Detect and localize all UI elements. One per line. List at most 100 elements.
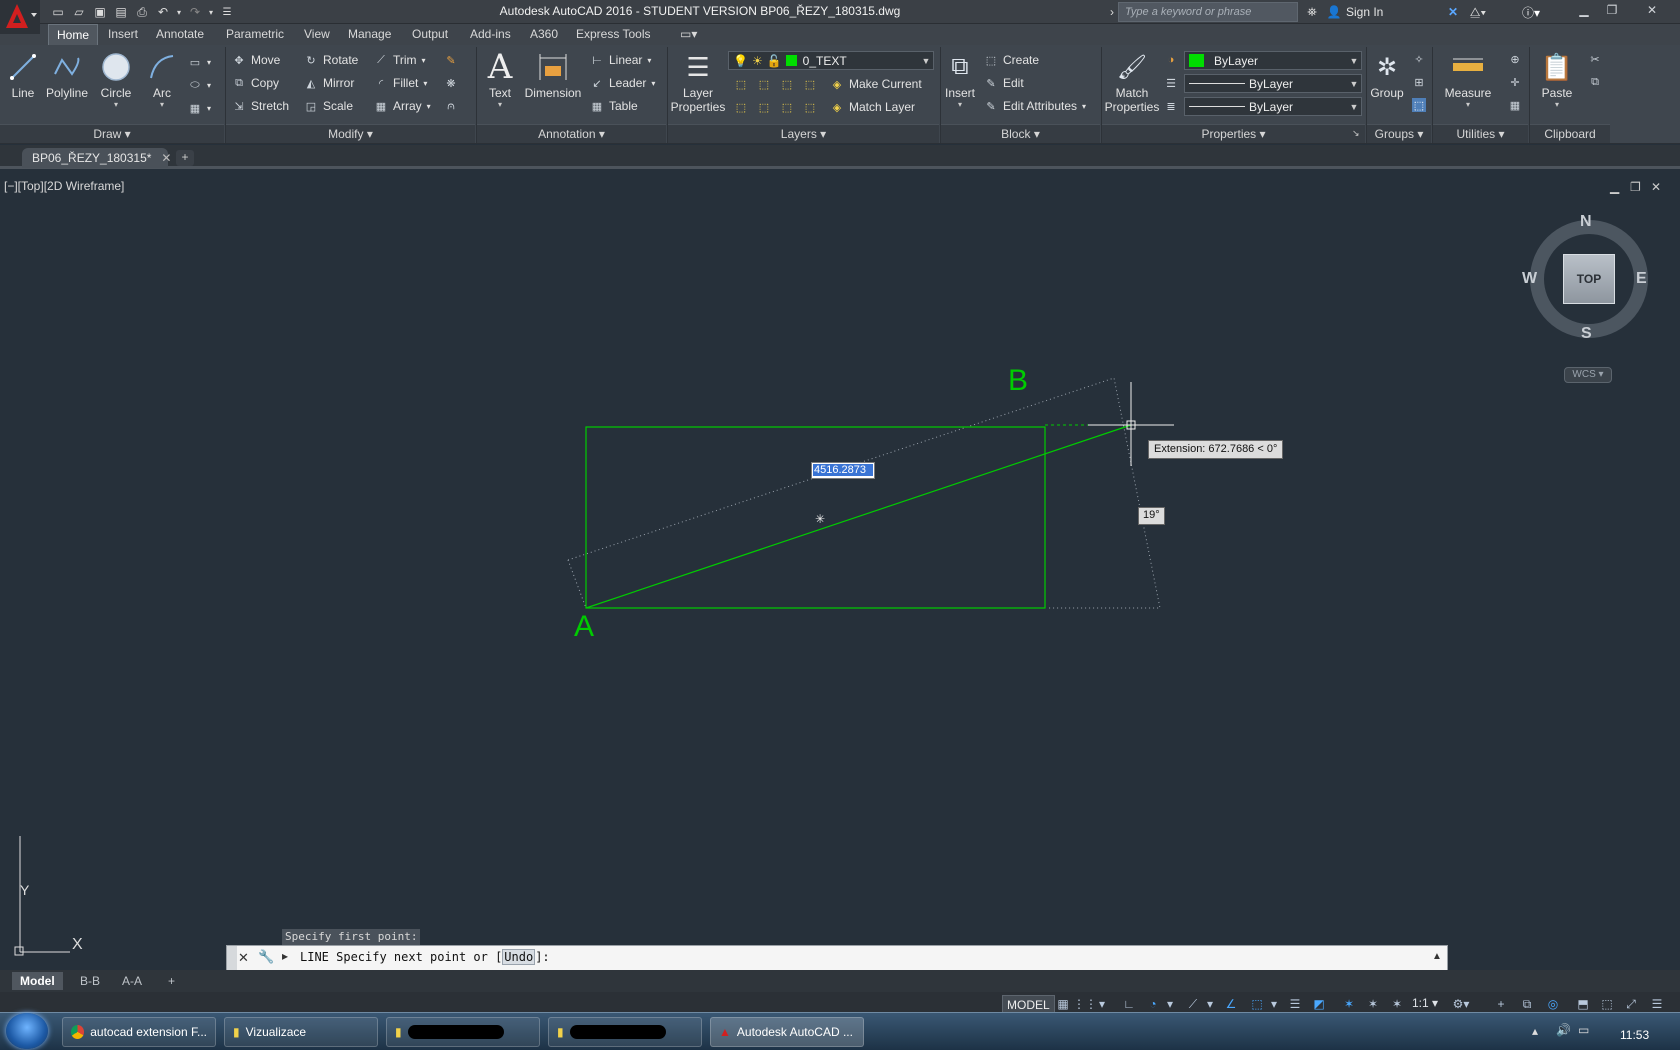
properties-dialog-launcher-icon[interactable]: ↘ [1352,128,1360,139]
save-as-icon[interactable]: ▤ [111,3,131,21]
grid-icon[interactable]: ▦ [1054,996,1072,1012]
layer-unisolate-icon[interactable]: ⬚ [757,100,771,114]
binoculars-icon[interactable]: ⛯ [1302,3,1322,21]
rectangle-button[interactable]: ▭ ▾ [188,52,211,72]
layer-on-icon[interactable]: ⬚ [734,100,748,114]
measure-button[interactable]: Measure ▾ [1438,50,1498,109]
viewcube-top-face[interactable]: TOP [1563,254,1615,304]
close-button[interactable]: ✕ [1632,1,1672,19]
clipboard-panel-label[interactable]: Clipboard [1530,124,1610,143]
edit-block-button[interactable]: ✎ Edit [984,73,1023,93]
taskbar-clock[interactable]: 11:53 [1620,1028,1649,1042]
application-menu-button[interactable] [0,0,40,34]
annotation-scale-value[interactable]: 1:1 ▾ [1412,996,1438,1010]
draw-panel-label[interactable]: Draw ▾ [0,124,224,143]
match-properties-button[interactable]: 🖌 Match Properties [1104,50,1160,115]
paste-button[interactable]: 📋 Paste ▾ [1534,50,1580,110]
create-block-button[interactable]: ⬚ Create [984,50,1039,70]
expand-search-icon[interactable]: › [1106,3,1118,21]
taskbar-item-folder-3[interactable]: ▮ [548,1017,702,1047]
customize-qat-icon[interactable]: ☰ [217,3,237,21]
minimize-button[interactable]: ▁ [1570,1,1598,19]
offset-button[interactable]: ⩀ [444,96,458,116]
table-button[interactable]: ▦ Table [590,96,638,116]
tab-view[interactable]: View [296,24,338,45]
polyline-button[interactable]: Polyline [44,50,90,100]
tab-insert[interactable]: Insert [100,24,146,45]
tab-layout-a-a[interactable]: A-A [114,972,150,990]
ungroup-icon[interactable]: ✧ [1412,52,1426,66]
linetype-dropdown[interactable]: ByLayer ▼ [1184,74,1362,93]
annotation-scale-icon[interactable]: ✶ [1388,996,1406,1012]
drawing-canvas[interactable]: ✳ [0,172,1680,970]
utilities-panel-label[interactable]: Utilities ▾ [1433,124,1528,143]
chevron-down-icon[interactable]: ▾ [1268,996,1280,1012]
snap-icon[interactable]: ⋮⋮ [1073,996,1097,1012]
command-customize-icon[interactable]: 🔧 [258,949,274,965]
group-edit-icon[interactable]: ⊞ [1412,75,1426,89]
print-icon[interactable]: ⎙ [132,3,152,21]
layers-panel-label[interactable]: Layers ▾ [668,124,939,143]
trim-button[interactable]: ⟋ Trim ▾ [374,50,425,70]
groups-panel-label[interactable]: Groups ▾ [1367,124,1431,143]
command-close-icon[interactable]: ✕ [238,950,249,966]
make-current-button[interactable]: ◈ Make Current [830,74,922,94]
annotation-panel-label[interactable]: Annotation ▾ [477,124,666,143]
array-button[interactable]: ▦ Array ▾ [374,96,431,116]
stretch-button[interactable]: ⇲ Stretch [232,96,289,116]
explode-button[interactable]: ❋ [444,73,458,93]
command-grip-icon[interactable] [227,946,237,970]
point-icon[interactable]: ✛ [1508,75,1522,89]
compass-east[interactable]: E [1636,270,1647,288]
annotation-visibility-icon[interactable]: ✶ [1340,996,1358,1012]
group-button[interactable]: ✲ Group [1368,50,1406,101]
linear-dimension-button[interactable]: ⊢ Linear ▾ [590,50,651,70]
block-panel-label[interactable]: Block ▾ [941,124,1100,143]
taskbar-item-folder[interactable]: ▮ Vizualizace [224,1017,378,1047]
fullscreen-icon[interactable]: ⤢ [1622,996,1640,1012]
taskbar-item-chrome[interactable]: autocad extension F... [62,1017,216,1047]
save-icon[interactable]: ▣ [90,3,110,21]
new-layout-icon[interactable]: + [160,972,183,990]
object-snap-tracking-icon[interactable]: ∠ [1222,996,1240,1012]
quick-select-icon[interactable]: ⊕ [1508,52,1522,66]
scale-button[interactable]: ◲ Scale [304,96,353,116]
new-tab-icon[interactable]: + [176,150,194,166]
layer-isolate-icon[interactable]: ⬚ [757,77,771,91]
dimension-button[interactable]: Dimension [524,50,582,100]
tab-layout-b-b[interactable]: B-B [72,972,108,990]
layer-thaw-icon[interactable]: ⬚ [780,100,794,114]
copy-button[interactable]: ⧉ Copy [232,73,279,93]
tab-output[interactable]: Output [404,24,456,45]
tab-manage[interactable]: Manage [340,24,399,45]
restore-button[interactable]: ❐ [1598,1,1626,19]
copy-clip-icon[interactable]: ⧉ [1588,75,1602,89]
group-selection-icon[interactable]: ⬚ [1412,98,1426,112]
tab-a360[interactable]: A360 [522,24,566,45]
ortho-icon[interactable]: ∟ [1120,996,1138,1012]
new-file-icon[interactable]: ▭ [48,3,68,21]
close-tab-icon[interactable]: ✕ [161,151,171,165]
open-folder-icon[interactable]: ▱ [69,3,89,21]
auto-scale-icon[interactable]: ✶ [1364,996,1382,1012]
layer-freeze-icon[interactable]: ⬚ [780,77,794,91]
redo-icon[interactable]: ↷ [185,3,205,21]
customization-menu-icon[interactable]: ☰ [1648,996,1666,1012]
isolate-objects-icon[interactable]: ⧉ [1518,996,1536,1012]
erase-button[interactable]: ✎ [444,50,458,70]
fillet-button[interactable]: ◜ Fillet ▾ [374,73,428,93]
arc-button[interactable]: Arc ▾ [144,50,180,109]
mirror-button[interactable]: ◭ Mirror [304,73,355,93]
tab-home[interactable]: Home [48,24,99,45]
undo-option[interactable]: Undo [502,949,536,965]
exchange-icon[interactable]: ✕ [1444,3,1462,21]
wcs-menu[interactable]: WCS ▾ [1564,367,1612,383]
properties-panel-label[interactable]: Properties ▾ [1102,124,1365,143]
taskbar-item-autocad[interactable]: ▲ Autodesk AutoCAD ... [710,1017,864,1047]
polar-tracking-icon[interactable]: ◔ [1144,996,1162,1012]
clean-screen-icon[interactable]: ⬒ [1574,996,1592,1012]
leader-button[interactable]: ↙ Leader ▾ [590,73,655,93]
lineweight-dropdown[interactable]: ByLayer ▼ [1184,97,1362,116]
layer-properties-button[interactable]: ☰ Layer Properties [668,50,728,115]
plus-icon[interactable]: + [1492,996,1510,1012]
